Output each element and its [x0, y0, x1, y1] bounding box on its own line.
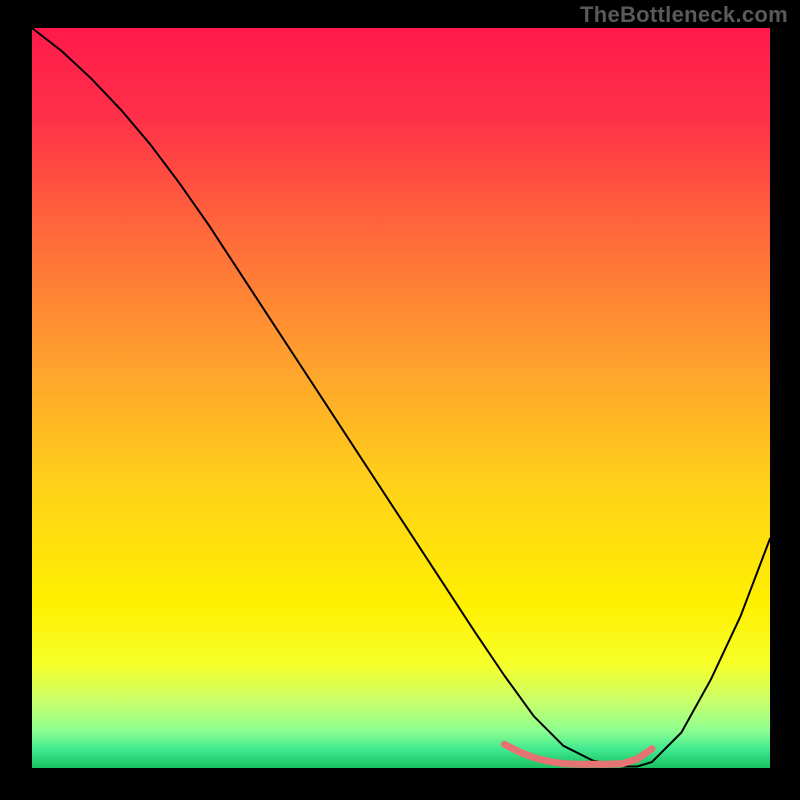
gradient-background	[32, 28, 770, 768]
chart-plot-area	[0, 0, 800, 800]
watermark-label: TheBottleneck.com	[580, 2, 788, 28]
bottleneck-chart: TheBottleneck.com	[0, 0, 800, 800]
